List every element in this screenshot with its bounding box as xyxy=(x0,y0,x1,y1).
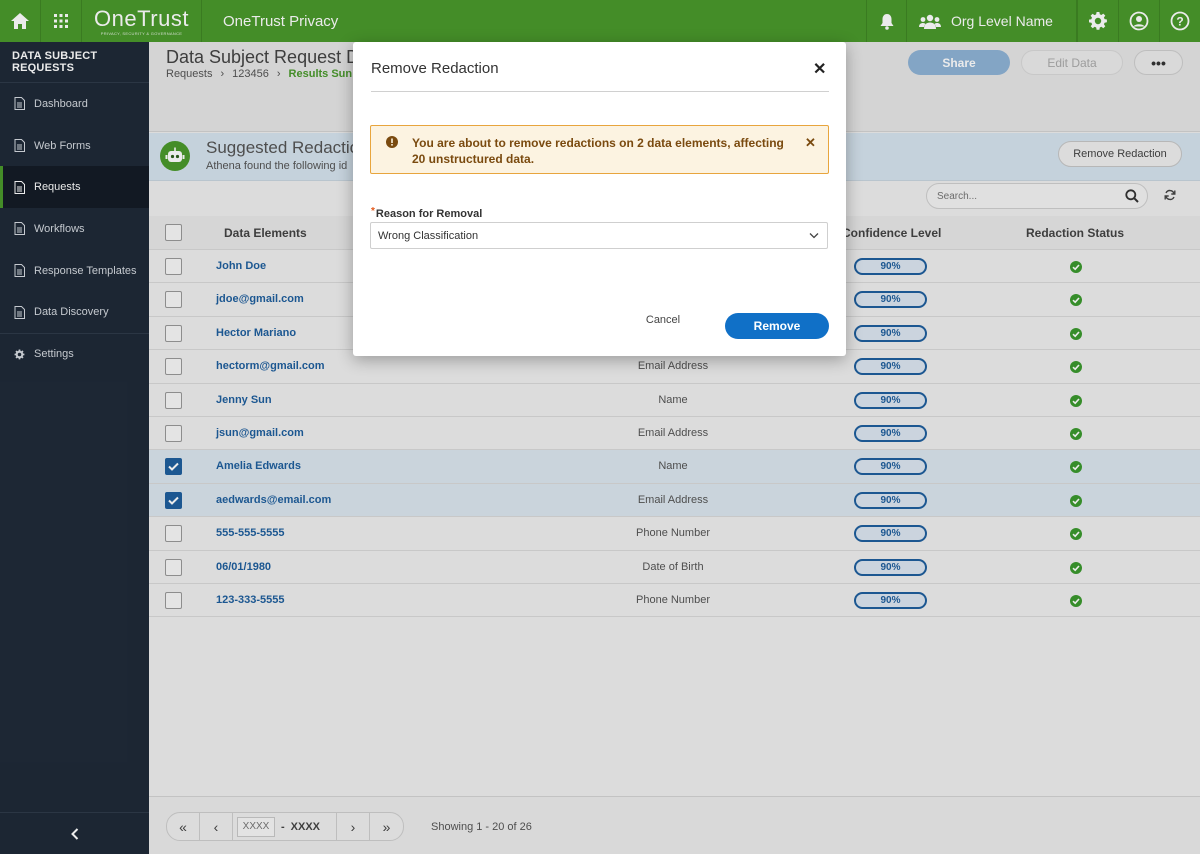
cancel-button[interactable]: Cancel xyxy=(633,314,693,326)
chevron-down-icon xyxy=(809,233,819,239)
close-icon[interactable]: ✕ xyxy=(813,59,826,79)
reason-field-label: *Reason for Removal xyxy=(371,206,483,220)
selected-reason: Wrong Classification xyxy=(378,230,479,242)
reason-label-text: Reason for Removal xyxy=(375,208,483,220)
modal-title: Remove Redaction xyxy=(371,60,499,77)
modal-divider xyxy=(371,91,829,92)
warning-alert-text: You are about to remove redactions on 2 … xyxy=(412,136,784,166)
remove-redaction-modal: Remove Redaction ✕ You are about to remo… xyxy=(353,42,846,356)
close-icon[interactable]: ✕ xyxy=(805,135,816,151)
warning-alert: You are about to remove redactions on 2 … xyxy=(370,125,829,174)
remove-button[interactable]: Remove xyxy=(725,313,829,339)
warning-icon xyxy=(386,136,398,148)
reason-for-removal-select[interactable]: Wrong Classification xyxy=(370,222,828,249)
required-indicator: * xyxy=(371,206,375,217)
